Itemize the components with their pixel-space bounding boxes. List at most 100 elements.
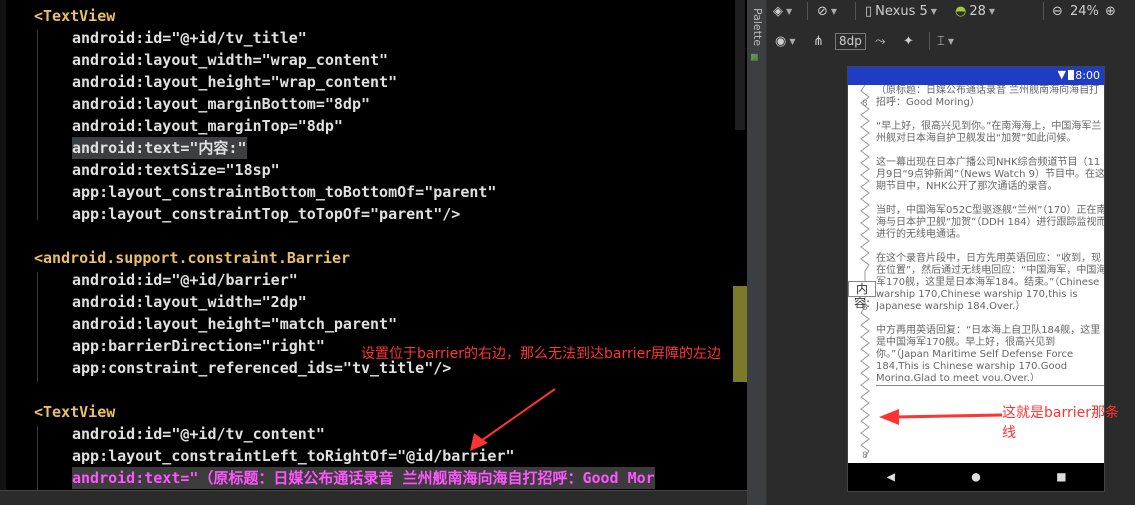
status-time: 8:00 [1075, 69, 1100, 82]
chevron-down-icon: ▼ [789, 36, 796, 46]
toolbar-divider [929, 32, 930, 50]
code-line[interactable]: android:layout_marginTop="8dp" [72, 115, 343, 137]
code-line[interactable]: android:id="@+id/barrier" [72, 269, 298, 291]
palette-icon: ▦ [751, 50, 758, 63]
guidelines-button[interactable]: ⌶ ▼ [937, 30, 954, 52]
code-line-text: android:layout_width="2dp" [72, 293, 307, 311]
android-icon: ◓ [955, 3, 967, 19]
constraint-spring-icon [860, 85, 870, 458]
home-icon: ● [971, 469, 981, 485]
palette-label: Palette [751, 8, 764, 47]
code-editor[interactable]: <TextView android:id="@+id/tv_title" and… [0, 0, 747, 505]
code-line-highlighted[interactable]: android:text="（原标题：日媒公布通话录音 兰州舰南海向海自打招呼：… [72, 467, 655, 489]
indent-guide [37, 272, 38, 382]
code-line-text: app:barrierDirection="right" [72, 337, 325, 355]
code-line[interactable]: <android.support.constraint.Barrier [34, 247, 350, 269]
content-paragraph: 在这个录音片段中，日方先用英语回应：“收到，现在位置”，然后通过无线电回应：“中… [876, 253, 1104, 312]
design-surface-button[interactable]: ◈ ▼ [773, 0, 792, 22]
code-line-text: android:text="内容:" [72, 139, 247, 157]
clear-constraints-icon: ⤳ [875, 33, 886, 49]
margin-label: 8dp [835, 32, 866, 50]
chevron-down-icon: ▼ [786, 6, 793, 16]
code-line[interactable]: <TextView [34, 401, 115, 423]
api-level-select[interactable]: ◓ 28 ▼ [955, 0, 995, 22]
code-line-text: app:layout_constraintTop_toTopOf="parent… [72, 205, 461, 223]
chevron-down-icon: ▼ [930, 6, 937, 16]
toolbar-divider [1043, 2, 1044, 20]
wifi-icon: ▼ [1057, 68, 1066, 81]
device-select[interactable]: ▯ Nexus 5 ▼ [865, 0, 937, 22]
annotation-arrow-icon [470, 388, 556, 451]
default-margin-select[interactable]: 8dp [835, 30, 866, 52]
tv-content-text[interactable]: （原标题：日媒公布通话录音 兰州舰南海向海自打招呼：Good Moring） “… [876, 85, 1104, 381]
clear-constraints-button[interactable]: ⤳ [875, 30, 885, 52]
view-options-button[interactable]: ◉ ▼ [775, 30, 796, 52]
toolbar-divider [807, 2, 808, 20]
palette-tab[interactable]: Palette ▦ [747, 0, 767, 505]
recents-icon: ■ [1057, 469, 1066, 485]
editor-scrollbar[interactable] [735, 0, 745, 130]
orientation-button[interactable]: ⊘ ▼ [817, 0, 837, 22]
code-line-text: <android.support.constraint.Barrier [34, 249, 351, 267]
layout-designer[interactable]: Palette ▦ ◈ ▼ ⊘ ▼ ▯ Nexus 5 ▼ ◓ 28 ▼ ⊖ 24% ⊕ ◉… [747, 0, 1135, 505]
margin-label-bottom: 8 [862, 451, 868, 461]
editor-gutter [0, 0, 6, 505]
code-line-text: android:id="@+id/barrier" [72, 271, 298, 289]
code-line-text: android:layout_height="match_parent" [72, 315, 398, 333]
code-line-text: app:layout_constraintBottom_toBottomOf="… [72, 183, 497, 201]
zoom-label: 24% [1070, 3, 1099, 19]
content-paragraph: （原标题：日媒公布通话录音 兰州舰南海向海自打招呼：Good Moring） [876, 85, 1100, 108]
barrier-line [876, 385, 1104, 386]
code-line-text: android:layout_marginTop="8dp" [72, 117, 343, 135]
back-icon: ◀ [886, 469, 895, 485]
code-line-text: <TextView [34, 7, 116, 25]
editor-horizontal-scrollbar[interactable] [0, 490, 747, 505]
magic-wand-icon: ✦ [903, 33, 914, 49]
code-line[interactable]: app:layout_constraintLeft_toRightOf="@id… [72, 445, 515, 467]
content-paragraph: “早上好，很高兴见到你。”在南海海上，中国海军兰州舰对日本海自护卫舰发出“加贺”… [876, 121, 1102, 144]
code-line[interactable]: android:textSize="18sp" [72, 159, 280, 181]
code-line[interactable]: android:layout_height="wrap_content" [72, 71, 397, 93]
code-line-text: android:layout_width="wrap_content" [72, 51, 389, 69]
code-line-text: android:id="@+id/tv_title" [72, 29, 307, 47]
code-line[interactable]: app:barrierDirection="right" [72, 335, 325, 357]
rotate-icon: ⊘ [817, 3, 828, 19]
code-line[interactable]: android:layout_height="match_parent" [72, 313, 397, 335]
code-line[interactable]: android:layout_width="wrap_content" [72, 49, 388, 71]
tv-title-view[interactable]: 内容: [848, 281, 876, 310]
code-line-text: android:layout_height="wrap_content" [72, 73, 398, 91]
code-line[interactable]: android:id="@+id/tv_title" [72, 27, 307, 49]
editor-annotation: 设置位于barrier的右边，那么无法到达barrier屏障的左边 [361, 346, 721, 362]
infer-constraints-button[interactable]: ✦ [903, 30, 914, 52]
code-line[interactable]: android:layout_marginBottom="8dp" [72, 93, 370, 115]
guideline-icon: ⌶ [937, 33, 945, 49]
code-line-text: android:layout_marginBottom="8dp" [72, 95, 371, 113]
battery-icon [1068, 70, 1074, 80]
eye-icon: ◉ [775, 33, 787, 49]
zoom-out-button[interactable]: ⊖ [1052, 0, 1063, 22]
code-line[interactable]: android:id="@+id/tv_content" [72, 423, 325, 445]
magnet-icon: ⋔ [813, 33, 824, 49]
chevron-down-icon: ▼ [830, 6, 838, 16]
autoconnect-toggle[interactable]: ⋔ [813, 30, 824, 52]
chevron-down-icon: ▼ [988, 6, 996, 16]
phone-icon: ▯ [865, 3, 873, 19]
toolbar-divider [855, 2, 856, 20]
indent-guide [37, 426, 38, 490]
content-paragraph: 当时，中国海军052C型驱逐舰“兰州”（170）正在南海与日本护卫舰“加贺”（D… [876, 205, 1104, 240]
zoom-in-button[interactable]: ⊕ [1105, 0, 1116, 22]
zoom-out-icon: ⊖ [1052, 3, 1063, 19]
editor-scroll-marker [733, 286, 747, 382]
api-label: 28 [969, 3, 986, 19]
code-line-highlighted[interactable]: android:text="内容:" [72, 137, 247, 159]
code-line[interactable]: app:layout_constraintTop_toTopOf="parent… [72, 203, 460, 225]
device-label: Nexus 5 [875, 3, 928, 19]
code-line[interactable]: <TextView [34, 5, 115, 27]
margin-label-top: 8 [862, 99, 868, 109]
zoom-in-icon: ⊕ [1105, 3, 1116, 19]
code-line-text: android:textSize="18sp" [72, 161, 280, 179]
status-bar: ▼ 8:00 [848, 67, 1104, 85]
content-paragraph: 中方再用英语回复：“日本海上自卫队184舰，这里是中国海军170舰。早上好，很高… [876, 325, 1101, 381]
code-line[interactable]: app:layout_constraintBottom_toBottomOf="… [72, 181, 496, 203]
code-line[interactable]: android:layout_width="2dp" [72, 291, 307, 313]
